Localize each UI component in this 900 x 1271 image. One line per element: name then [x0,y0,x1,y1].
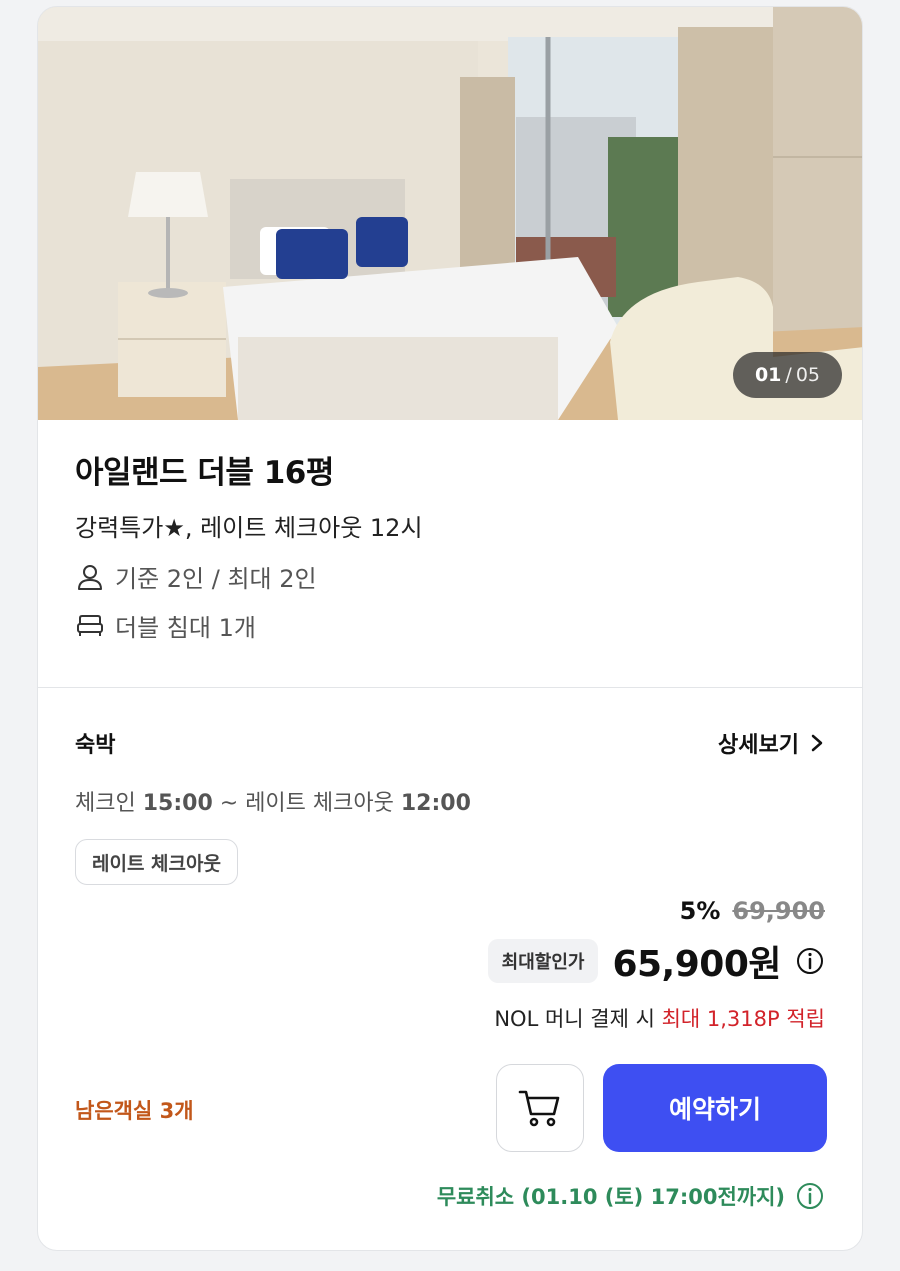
room-card: 01 / 05 아일랜드 더블 16평 강력특가★, 레이트 체크아웃 12시 … [37,6,863,1251]
info-icon[interactable] [795,946,825,976]
checkout-label: ~ 레이트 체크아웃 [219,791,401,816]
bed-text: 더블 침대 1개 [115,614,256,642]
checkin-time: 15:00 [142,791,213,816]
gallery-current: 01 [754,364,782,386]
bed-icon [77,614,103,636]
checkout-time: 12:00 [400,791,471,816]
detail-link[interactable]: 상세보기 [718,727,825,759]
free-cancel-text: 무료취소 (01.10 (토) 17:00전까지) [436,1185,785,1209]
bed-row: 더블 침대 1개 [75,608,825,643]
occupancy-text: 기준 2인 / 최대 2인 [115,565,317,593]
price-block: 5% 69,900 최대할인가 65,900원 NOL 머니 결제 시 최대 1… [487,897,825,1033]
check-times: 체크인 15:00 ~ 레이트 체크아웃 12:00 [75,785,825,817]
max-discount-badge: 최대할인가 [487,939,599,983]
gallery-counter: 01 / 05 [732,352,842,398]
occupancy-row: 기준 2인 / 최대 2인 [75,559,825,594]
cart-icon [518,1090,560,1127]
room-subtitle: 강력특가★, 레이트 체크아웃 12시 [75,514,423,542]
points-prefix: NOL 머니 결제 시 [494,1007,662,1031]
room-info: 아일랜드 더블 16평 강력특가★, 레이트 체크아웃 12시 기준 2인 / … [75,447,825,643]
points-info: NOL 머니 결제 시 최대 1,318P 적립 [488,1003,825,1033]
chevron-right-icon [811,734,823,752]
checkin-label: 체크인 [75,791,136,816]
reserve-button[interactable]: 예약하기 [603,1064,827,1152]
late-checkout-tag: 레이트 체크아웃 [75,839,238,885]
add-to-cart-button[interactable] [496,1064,584,1152]
room-photo[interactable]: 01 / 05 [38,7,862,420]
stay-section: 숙박 상세보기 체크인 15:00 ~ 레이트 체크아웃 12:00 [75,727,825,817]
gallery-separator: / [785,364,792,386]
final-price: 65,900원 [612,944,781,985]
section-divider [38,687,862,688]
points-highlight: 최대 1,318P 적립 [661,1007,825,1031]
original-price: 69,900 [732,897,825,925]
remaining-rooms: 남은객실 3개 [75,1099,194,1123]
person-icon [78,564,102,590]
discount-rate: 5% [679,897,721,925]
stay-label: 숙박 [75,733,116,758]
gallery-total: 05 [795,364,820,386]
room-title: 아일랜드 더블 16평 [75,455,334,491]
free-cancel-info: 무료취소 (01.10 (토) 17:00전까지) [437,1181,825,1211]
detail-link-label: 상세보기 [718,733,799,758]
cancel-info-icon[interactable] [795,1181,825,1211]
